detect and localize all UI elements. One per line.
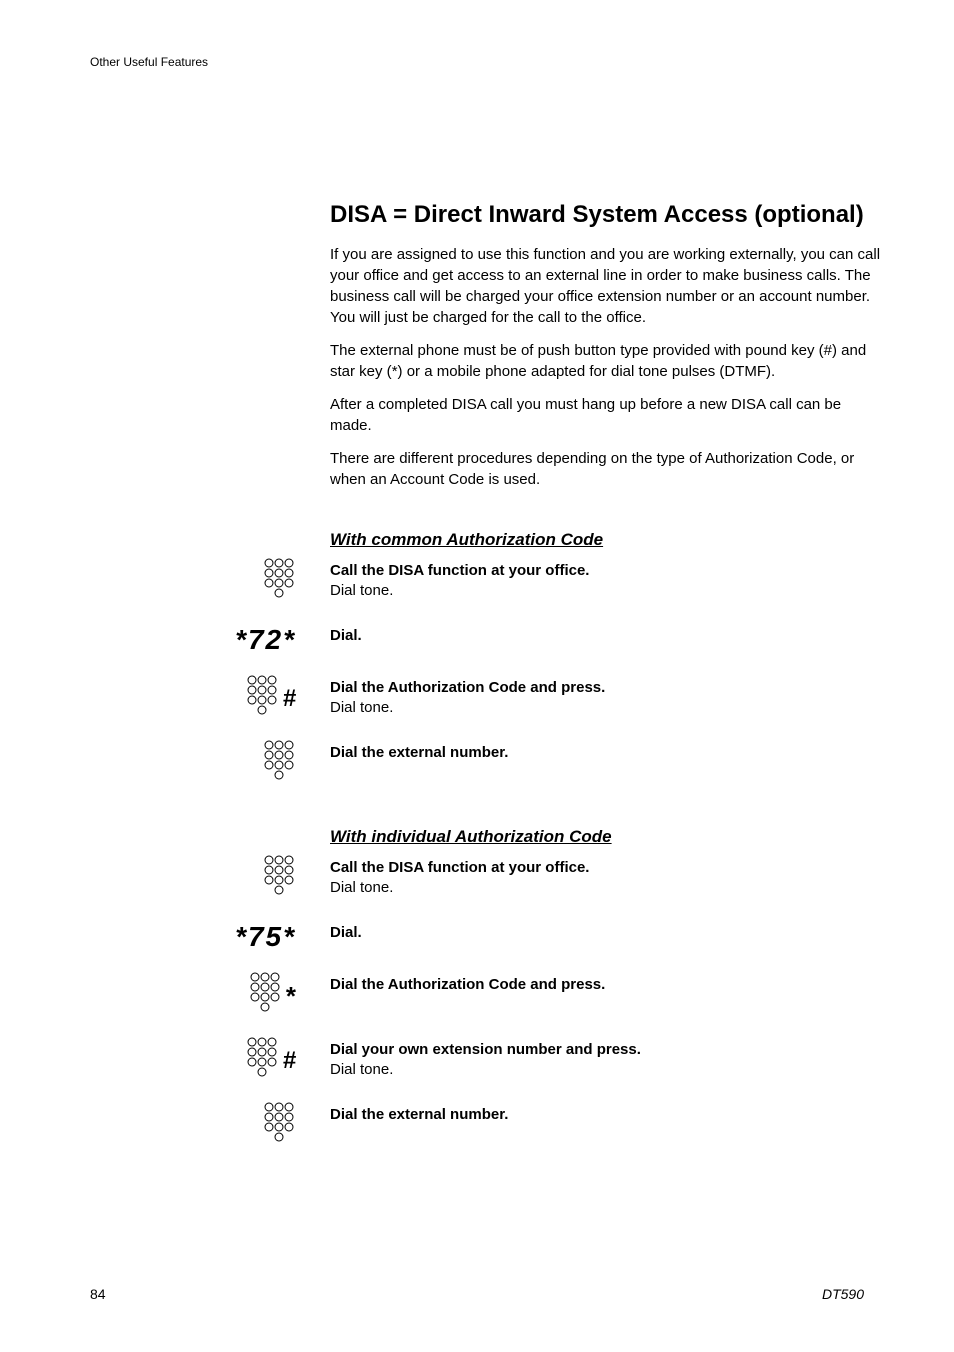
- step-sub: Dial tone.: [330, 878, 885, 898]
- hash-icon: #: [283, 1049, 296, 1073]
- step-instr: Dial the external number.: [330, 743, 885, 763]
- step-instr: Dial your own extension number and press…: [330, 1040, 885, 1060]
- keypad-icon: [262, 558, 296, 605]
- step-instr: Call the DISA function at your office.: [330, 561, 885, 581]
- step-instr: Dial.: [330, 626, 885, 646]
- section1-steps: Call the DISA function at your office. D…: [90, 558, 885, 787]
- step-instr: Dial.: [330, 923, 885, 943]
- step-instr: Dial the external number.: [330, 1105, 885, 1125]
- keypad-icon: [262, 855, 296, 902]
- keypad-icon: [262, 740, 296, 787]
- step-sub: Dial tone.: [330, 1060, 885, 1080]
- s1-step4: Dial the external number.: [90, 740, 885, 787]
- page-title: DISA = Direct Inward System Access (opti…: [330, 199, 885, 230]
- hash-glyph: #: [824, 342, 832, 359]
- keypad-icon: [262, 1102, 296, 1149]
- keypad-icon: [245, 1037, 279, 1084]
- intro-p1: If you are assigned to use this function…: [330, 244, 885, 328]
- keypad-icon: [245, 675, 279, 722]
- intro-p2: The external phone must be of push butto…: [330, 340, 885, 382]
- intro-p4: There are different procedures depending…: [330, 448, 885, 490]
- running-header: Other Useful Features: [90, 55, 864, 69]
- s1-step1: Call the DISA function at your office. D…: [90, 558, 885, 605]
- s2-step4: # Dial your own extension number and pre…: [90, 1037, 885, 1084]
- s2-step1: Call the DISA function at your office. D…: [90, 855, 885, 902]
- star-icon: *: [286, 983, 296, 1009]
- hash-icon: #: [283, 687, 296, 711]
- model-label: DT590: [822, 1286, 864, 1302]
- intro-p3: After a completed DISA call you must han…: [330, 394, 885, 436]
- s2-step5: Dial the external number.: [90, 1102, 885, 1149]
- section2-heading: With individual Authorization Code: [330, 827, 885, 847]
- footer: 84 DT590: [90, 1286, 864, 1302]
- section2-steps: Call the DISA function at your office. D…: [90, 855, 885, 1149]
- dial-code: *72*: [235, 624, 296, 656]
- intro-p2-a: The external phone must be of push butto…: [330, 342, 824, 359]
- keypad-icon: [248, 972, 282, 1019]
- step-instr: Dial the Authorization Code and press.: [330, 975, 885, 995]
- intro-p2-c: ) or a mobile phone adapted for dial ton…: [398, 363, 776, 380]
- section1-heading: With common Authorization Code: [330, 530, 885, 550]
- step-sub: Dial tone.: [330, 698, 885, 718]
- main-content: DISA = Direct Inward System Access (opti…: [330, 199, 885, 550]
- section2-container: With individual Authorization Code: [330, 827, 885, 847]
- s1-step3: # Dial the Authorization Code and press.…: [90, 675, 885, 722]
- step-instr: Call the DISA function at your office.: [330, 858, 885, 878]
- s2-step3: * Dial the Authorization Code and press.: [90, 972, 885, 1019]
- step-instr: Dial the Authorization Code and press.: [330, 678, 885, 698]
- s2-step2: *75* Dial.: [90, 920, 885, 954]
- dial-code: *75*: [235, 921, 296, 953]
- s1-step2: *72* Dial.: [90, 623, 885, 657]
- page-number: 84: [90, 1286, 106, 1302]
- step-sub: Dial tone.: [330, 581, 885, 601]
